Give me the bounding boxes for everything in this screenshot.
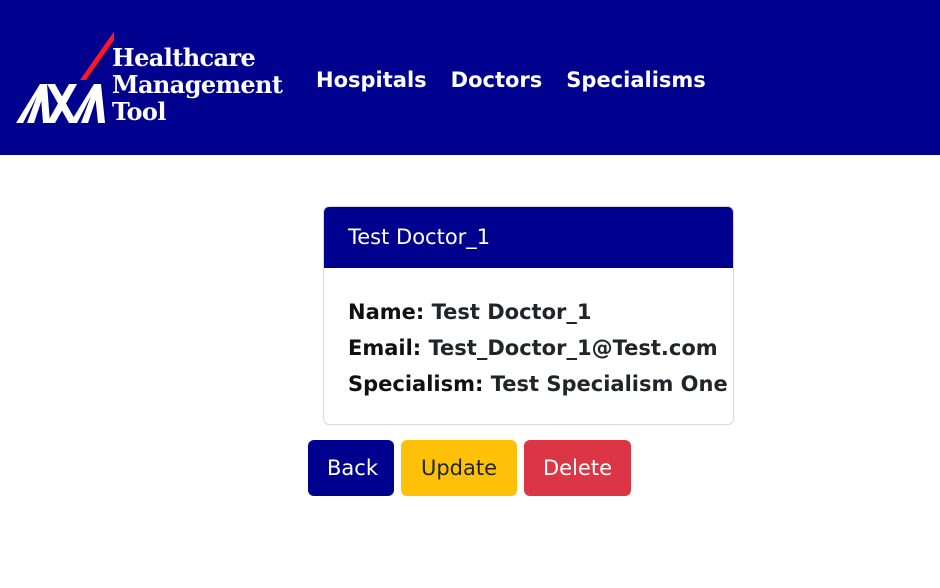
app-title-line-3: Tool: [112, 97, 166, 126]
main-nav: Hospitals Doctors Specialisms: [316, 64, 730, 96]
brand-logo-link[interactable]: Healthcare Management Tool: [14, 20, 283, 128]
detail-email-value: Test_Doctor_1@Test.com: [428, 336, 718, 360]
delete-button[interactable]: Delete: [524, 440, 631, 496]
detail-name-value: Test Doctor_1: [431, 300, 592, 324]
doctor-details-card: Test Doctor_1 Name: Test Doctor_1 Email:…: [323, 206, 734, 425]
top-navbar: Healthcare Management Tool Hospitals Doc…: [0, 0, 940, 155]
axa-logo-icon: [16, 31, 114, 123]
app-title: Healthcare Management Tool: [112, 43, 283, 126]
nav-link-doctors[interactable]: Doctors: [451, 64, 543, 96]
detail-specialism: Specialism: Test Specialism One: [348, 366, 733, 402]
app-title-line-2: Management: [112, 70, 283, 99]
detail-specialism-label: Specialism:: [348, 372, 484, 396]
card-header-title: Test Doctor_1: [324, 207, 733, 268]
detail-email: Email: Test_Doctor_1@Test.com: [348, 330, 733, 366]
nav-link-hospitals[interactable]: Hospitals: [316, 64, 427, 96]
action-buttons: Back Update Delete: [308, 440, 638, 496]
update-button[interactable]: Update: [401, 440, 517, 496]
nav-link-specialisms[interactable]: Specialisms: [566, 64, 706, 96]
detail-email-label: Email:: [348, 336, 422, 360]
app-title-line-1: Healthcare: [112, 43, 256, 72]
detail-name-label: Name:: [348, 300, 425, 324]
card-body: Name: Test Doctor_1 Email: Test_Doctor_1…: [324, 268, 733, 402]
detail-specialism-value: Test Specialism One: [490, 372, 728, 396]
back-button[interactable]: Back: [308, 440, 394, 496]
detail-name: Name: Test Doctor_1: [348, 294, 733, 330]
